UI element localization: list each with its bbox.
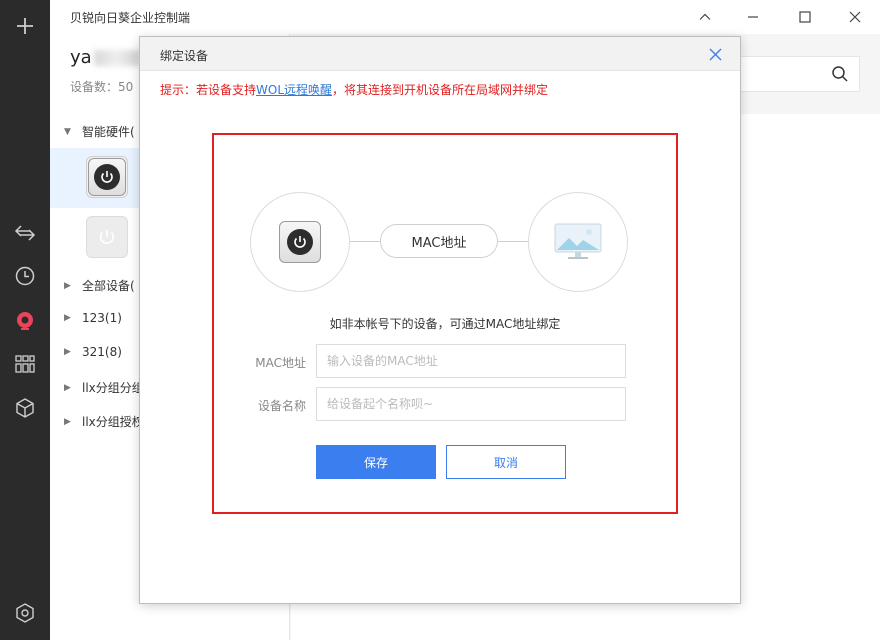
tree-label: 智能硬件( xyxy=(82,125,135,139)
caret-right-icon: ▶ xyxy=(64,416,71,427)
minimize-button[interactable] xyxy=(742,6,764,28)
caret-down-icon: ▼ xyxy=(64,126,71,137)
tree-group-item[interactable]: ▶ llx分组分组 xyxy=(64,379,144,396)
monitor-icon xyxy=(554,223,602,259)
dialog-title: 绑定设备 xyxy=(160,49,209,63)
tree-group-item[interactable]: ▶ llx分组授权 xyxy=(64,413,144,430)
grid-icon[interactable] xyxy=(13,352,37,376)
cube-icon[interactable] xyxy=(13,396,37,420)
mac-label: MAC地址 xyxy=(255,356,306,370)
save-button[interactable]: 保存 xyxy=(316,445,436,479)
blurred-username xyxy=(93,50,140,66)
tip-suffix: ，将其连接到开机设备所在局域网并绑定 xyxy=(332,83,549,97)
device-tile-offline[interactable] xyxy=(86,216,128,258)
search-box[interactable] xyxy=(740,56,860,92)
power-icon-offline xyxy=(99,230,115,244)
device-name-label: 设备名称 xyxy=(257,399,306,413)
collapse-button[interactable] xyxy=(694,6,716,28)
tree-label: 321(8) xyxy=(82,345,122,359)
tree-group-smart[interactable]: ▼ 智能硬件( xyxy=(64,123,135,140)
computer-circle xyxy=(528,192,628,292)
tree-label: 全部设备( xyxy=(82,279,135,293)
close-icon xyxy=(709,48,721,60)
power-icon xyxy=(279,221,321,263)
bind-description: 如非本帐号下的设备，可通过MAC地址绑定 xyxy=(329,317,561,331)
tree-group-all[interactable]: ▶ 全部设备( xyxy=(64,277,135,294)
device-name-input[interactable] xyxy=(316,387,626,421)
mac-address-pill: MAC地址 xyxy=(380,224,498,258)
tree-label: llx分组授权 xyxy=(82,415,144,429)
title-bar: 贝锐向日葵企业控制端 xyxy=(50,0,880,34)
caret-right-icon: ▶ xyxy=(64,280,71,291)
clock-icon[interactable] xyxy=(13,264,37,288)
device-count: 设备数：50 xyxy=(70,80,134,94)
mac-address-input[interactable] xyxy=(316,344,626,378)
caret-right-icon: ▶ xyxy=(64,382,71,393)
tree-group-item[interactable]: ▶ 123(1) xyxy=(64,311,122,325)
wol-tip: 提示：若设备支持WOL远程唤醒，将其连接到开机设备所在局域网并绑定 xyxy=(160,81,548,98)
dialog-close-button[interactable] xyxy=(706,45,724,63)
device-circle xyxy=(250,192,350,292)
bind-device-dialog: 绑定设备 提示：若设备支持WOL远程唤醒，将其连接到开机设备所在局域网并绑定 M… xyxy=(139,36,741,604)
user-name-text: ya xyxy=(70,47,92,68)
sunflower-icon[interactable] xyxy=(13,309,37,333)
connector-line xyxy=(498,241,530,242)
maximize-button[interactable] xyxy=(794,6,816,28)
app-title: 贝锐向日葵企业控制端 xyxy=(70,11,191,25)
user-name: ya xyxy=(70,47,140,68)
tree-group-item[interactable]: ▶ 321(8) xyxy=(64,345,122,359)
highlight-frame: MAC地址 如非本帐号下的设备，可通过MAC地址绑定 MAC地址 设备名称 保存… xyxy=(212,133,678,514)
left-rail xyxy=(0,0,50,640)
cancel-button[interactable]: 取消 xyxy=(446,445,566,479)
plus-icon[interactable] xyxy=(13,14,37,38)
caret-right-icon: ▶ xyxy=(64,313,71,323)
device-tile-active[interactable] xyxy=(86,156,128,198)
connector-line xyxy=(350,241,382,242)
settings-icon[interactable] xyxy=(13,601,37,625)
tip-prefix: 提示：若设备支持 xyxy=(160,83,257,97)
wol-link[interactable]: WOL远程唤醒 xyxy=(256,83,332,97)
power-icon xyxy=(88,158,126,196)
swap-icon[interactable] xyxy=(13,221,37,245)
search-icon xyxy=(832,66,848,82)
close-window-button[interactable] xyxy=(844,6,866,28)
tree-label: llx分组分组 xyxy=(82,381,144,395)
tree-label: 123(1) xyxy=(82,311,122,325)
dialog-header: 绑定设备 xyxy=(140,37,740,71)
caret-right-icon: ▶ xyxy=(64,347,71,357)
